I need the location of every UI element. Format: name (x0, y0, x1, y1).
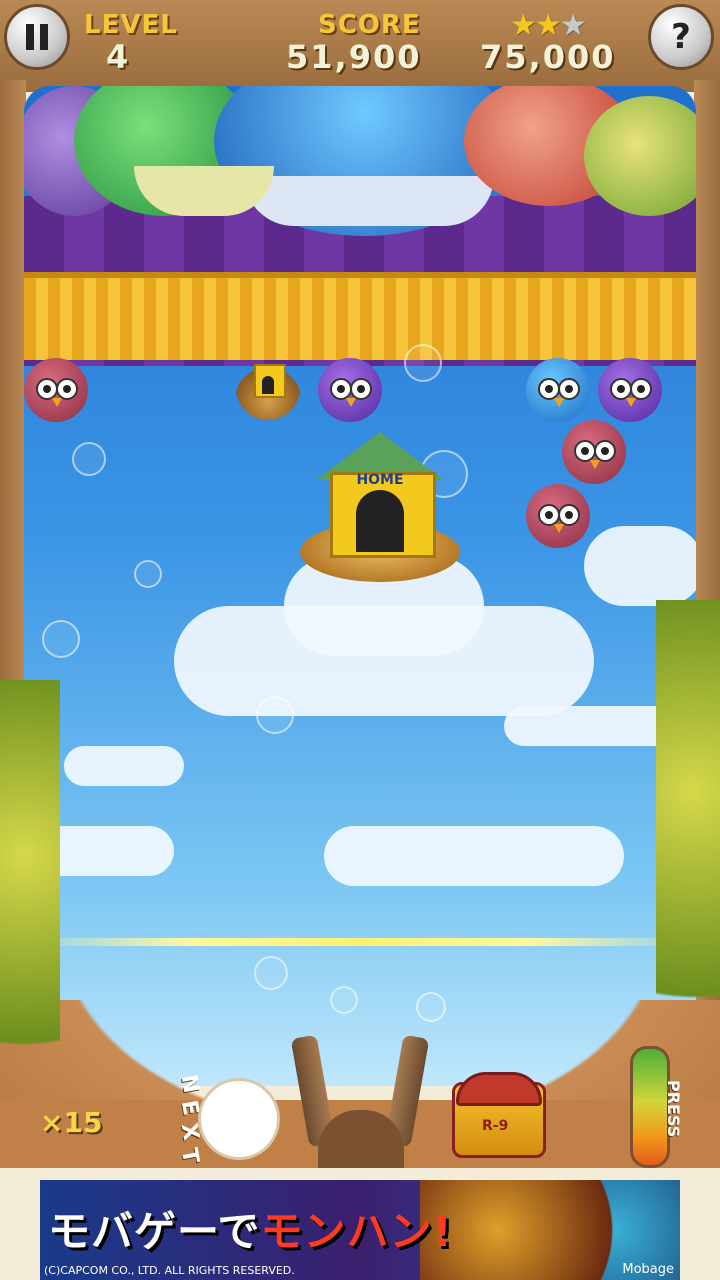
ad-headline-part1: モバゲーで (48, 1207, 261, 1256)
ad-banner[interactable]: モバゲーでモンハン! (C)CAPCOM CO., LTD. ALL RIGHT… (40, 1180, 680, 1280)
air-bubble (254, 956, 288, 990)
air-bubble (134, 560, 162, 588)
purple-owl-bubble (318, 358, 382, 422)
score-value: 51,900 (286, 38, 422, 76)
ad-copyright: (C)CAPCOM CO., LTD. ALL RIGHTS RESERVED. (44, 1264, 295, 1277)
level-value: 4 (106, 38, 131, 76)
air-bubble (42, 620, 80, 658)
target-score-value: 75,000 (480, 38, 616, 76)
ad-headline-part2: モンハン! (260, 1207, 453, 1256)
pause-button[interactable] (4, 4, 70, 70)
home-label: HOME (356, 472, 404, 488)
next-letter: T (175, 1146, 204, 1166)
aim-line (24, 938, 696, 946)
right-bush (656, 600, 720, 1080)
shots-remaining: ×15 (40, 1106, 103, 1139)
red-owl-bubble (24, 358, 88, 422)
air-bubble (72, 442, 106, 476)
home-door (356, 490, 404, 552)
cloud (64, 746, 184, 786)
curtain-fringe (24, 272, 696, 360)
cloud (324, 826, 624, 886)
small-home-bubble (236, 356, 300, 420)
shell-bottom (244, 176, 494, 226)
chest-label: R-9 (482, 1118, 509, 1134)
air-bubble (256, 696, 294, 734)
level-label: LEVEL (84, 10, 178, 40)
meter-label: PRESS (664, 1080, 684, 1137)
red-owl-bubble (526, 484, 590, 548)
home-nest: HOME (300, 432, 460, 602)
ad-brand: Mobage (622, 1262, 674, 1277)
purple-owl-bubble (598, 358, 662, 422)
ad-headline: モバゲーでモンハン! (48, 1198, 453, 1259)
left-bush (0, 680, 60, 1120)
pause-icon (26, 24, 48, 50)
air-bubble (404, 344, 442, 382)
meter-text: PRESS (664, 1080, 683, 1138)
blue-bird-bubble (526, 358, 590, 422)
cloud (584, 526, 696, 606)
score-label: SCORE (318, 10, 421, 40)
red-owl-bubble (562, 420, 626, 484)
chest-lid (456, 1072, 542, 1106)
help-button[interactable]: ? (648, 4, 714, 70)
next-bubble-slot[interactable] (198, 1078, 280, 1160)
game-screen: HOME LEVEL 4 SCORE 51,900 ★★★ 75,000 ? ×… (0, 0, 720, 1168)
